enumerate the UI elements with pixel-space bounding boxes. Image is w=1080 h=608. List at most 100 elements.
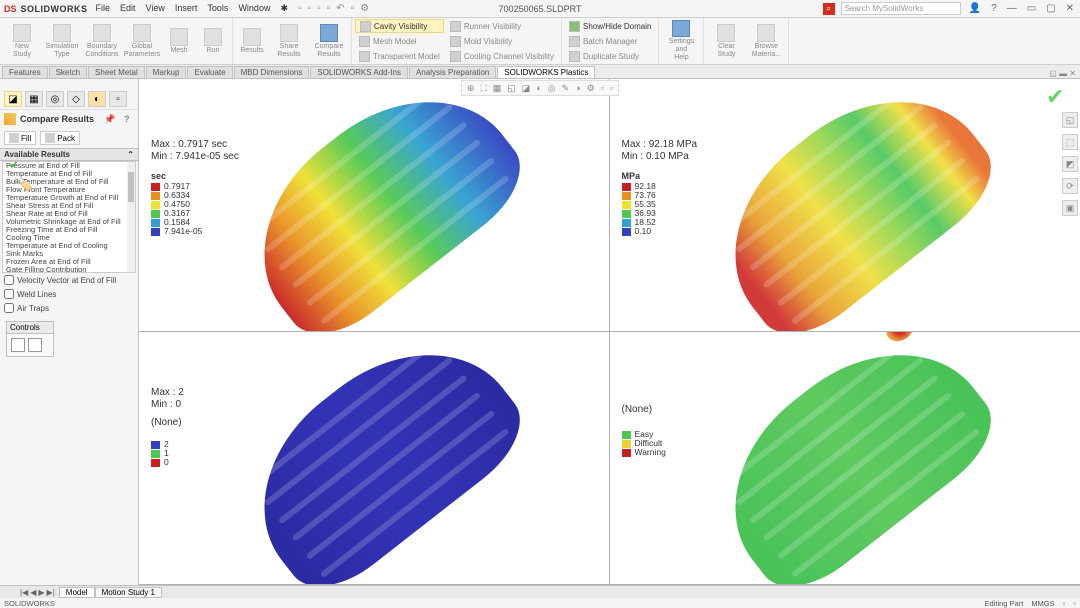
batch-manager-button[interactable]: Batch Manager [565,34,655,48]
clear-study-button[interactable]: ClearStudy [707,20,745,62]
runner-visibility-toggle[interactable]: Runner Visibility [446,19,558,33]
global-parameters-button[interactable]: GlobalParameters [123,20,161,62]
view-zoom-icon[interactable]: ⊕ [466,83,476,94]
side-icon-5[interactable]: ▣ [1062,200,1078,216]
menu-tools[interactable]: Tools [207,3,228,14]
user-icon[interactable]: 👤 [967,3,983,14]
menu-window[interactable]: Window [238,3,270,14]
tab-nav-next-icon[interactable]: ▶ [38,588,44,597]
velocity-checkbox[interactable]: Velocity Vector at End of Fill [0,273,138,287]
transparent-model-toggle[interactable]: Transparent Model [355,49,444,63]
qat-options-icon[interactable]: ⚙ [360,3,369,14]
results-scrollbar[interactable] [127,162,135,272]
view-scene-icon[interactable]: ◐ [535,83,542,93]
help-icon[interactable]: ? [989,3,999,14]
mesh-model-toggle[interactable]: Mesh Model [355,34,444,48]
panel-tab-6-icon[interactable]: ▫ [109,91,127,107]
qat-open-icon[interactable]: ▫ [308,3,312,14]
help-panel-icon[interactable]: ? [124,114,134,124]
tab-nav-prev-icon[interactable]: ◀ [30,588,36,597]
showhide-domain-button[interactable]: Show/Hide Domain [565,19,655,33]
panel-tab-2-icon[interactable]: ▦ [25,91,43,107]
boundary-conditions-button[interactable]: BoundaryConditions [83,20,121,62]
tab-analysis-preparation[interactable]: Analysis Preparation [409,66,496,78]
view-hide-icon[interactable]: ◎ [547,83,557,94]
viewport-bottom-right[interactable]: (None) EasyDifficultWarning [610,332,1080,585]
view-section-icon[interactable]: ▦ [492,83,503,94]
menu-file[interactable]: File [96,3,111,14]
viewport-top-left[interactable]: Max : 0.7917 secMin : 7.941e-05 sec sec … [139,79,610,332]
browse-materials-button[interactable]: BrowseMateria... [747,20,785,62]
panel-tab-5-icon[interactable]: ◐ [88,91,106,107]
menu-more[interactable]: ✱ [280,3,288,14]
fill-button[interactable]: Fill [4,131,36,145]
panel-tab-3-icon[interactable]: ◎ [46,91,64,107]
view-settings-icon[interactable]: ⚙ [586,83,596,94]
run-button[interactable]: Run [197,20,229,62]
side-icon-4[interactable]: ⟳ [1062,178,1078,194]
view-orient-icon[interactable]: ◱ [506,83,517,94]
side-icon-1[interactable]: ◱ [1062,112,1078,128]
status-units[interactable]: MMGS [1031,599,1054,608]
mesh-button[interactable]: Mesh [163,20,195,62]
qat-undo-icon[interactable]: ↶ [336,3,344,14]
menu-view[interactable]: View [146,3,165,14]
tab-solidworks-add-ins[interactable]: SOLIDWORKS Add-Ins [310,66,408,78]
menu-insert[interactable]: Insert [175,3,198,14]
status-icon-1[interactable]: ▫ [1063,599,1066,608]
tab-model[interactable]: Model [59,587,95,598]
view-style-icon[interactable]: ◪ [521,83,532,94]
settings-help-button[interactable]: SettingsandHelp [662,20,700,62]
view-grid-icon[interactable]: ▫ [609,83,614,93]
side-icon-2[interactable]: ⬚ [1062,134,1078,150]
tab-solidworks-plastics[interactable]: SOLIDWORKS Plastics [497,66,595,78]
restore-button[interactable]: ▭ [1025,3,1038,14]
panel-tab-tree-icon[interactable]: ◪ [4,91,22,107]
pin-icon[interactable]: 📌 [104,114,114,124]
viewport-top-right[interactable]: Max : 92.18 MPaMin : 0.10 MPa MPa 92.187… [610,79,1080,332]
view-more-icon[interactable]: ▫ [600,83,605,93]
simulation-type-button[interactable]: SimulationType [43,20,81,62]
air-traps-checkbox[interactable]: Air Traps [0,301,138,315]
tab-markup[interactable]: Markup [146,66,187,78]
panel-tab-4-icon[interactable]: ◇ [67,91,85,107]
cooling-channel-visibility-toggle[interactable]: Cooling Channel Visibility [446,49,558,63]
compare-results-button[interactable]: CompareResults [310,20,348,62]
qat-new-icon[interactable]: ▫ [298,3,302,14]
close-button[interactable]: ✕ [1064,3,1076,14]
control-play-icon[interactable] [11,338,25,352]
view-appearance-icon[interactable]: ◑ [574,83,581,93]
minimize-button[interactable]: — [1005,3,1019,14]
cavity-visibility-toggle[interactable]: Cavity Visibility [355,19,444,33]
status-icon-2[interactable]: ▫ [1073,599,1076,608]
duplicate-study-button[interactable]: Duplicate Study [565,49,655,63]
search-icon[interactable]: ⌕ [823,3,835,15]
control-stop-icon[interactable] [28,338,42,352]
tab-mbd-dimensions[interactable]: MBD Dimensions [234,66,310,78]
tab-sheet-metal[interactable]: Sheet Metal [88,66,145,78]
results-button[interactable]: Results [236,20,268,62]
side-icon-3[interactable]: ◩ [1062,156,1078,172]
tabstrip-collapse-icon[interactable]: ◱ ▬ ✕ [1049,69,1076,78]
list-item[interactable]: Gate Filling Contribution [3,266,135,273]
view-fit-icon[interactable]: ⛶ [479,83,487,94]
share-results-button[interactable]: ShareResults [270,20,308,62]
tab-evaluate[interactable]: Evaluate [187,66,232,78]
tab-features[interactable]: Features [2,66,48,78]
view-edit-icon[interactable]: ✎ [561,83,571,94]
tab-nav-last-icon[interactable]: ▶| [47,588,55,597]
apply-ok-icon[interactable]: ✔ [1046,84,1070,108]
tab-nav-first-icon[interactable]: |◀ [20,588,28,597]
tab-sketch[interactable]: Sketch [49,66,87,78]
maximize-button[interactable]: ▢ [1044,3,1057,14]
qat-redo-icon[interactable]: ▫ [351,3,355,14]
menu-edit[interactable]: Edit [120,3,136,14]
pack-button[interactable]: Pack [40,131,80,145]
weld-lines-checkbox[interactable]: Weld Lines [0,287,138,301]
qat-save-icon[interactable]: ▫ [317,3,321,14]
tab-motion-study[interactable]: Motion Study 1 [95,587,162,598]
search-input[interactable]: Search MySolidWorks [841,2,961,15]
view-toolbar[interactable]: ⊕ ⛶ ▦ ◱ ◪ ◐ ◎ ✎ ◑ ⚙ ▫ ▫ [461,80,619,96]
new-study-button[interactable]: NewStudy [3,20,41,62]
viewport-bottom-left[interactable]: Max : 2Min : 0 (None) 210 [139,332,610,585]
